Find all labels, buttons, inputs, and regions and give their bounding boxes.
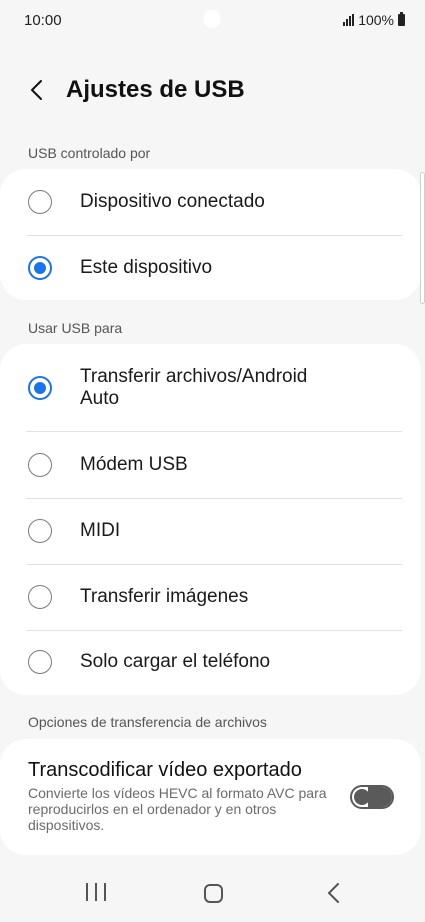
app-header: Ajustes de USB <box>0 66 425 114</box>
radio-usb-modem[interactable] <box>28 453 52 477</box>
status-bar: 10:00 100% <box>0 0 425 40</box>
transcode-toggle[interactable] <box>350 785 394 809</box>
option-connected-device[interactable]: Dispositivo conectado <box>0 169 421 235</box>
front-camera <box>203 10 221 28</box>
radio-connected-device[interactable] <box>28 190 52 214</box>
usb-controlled-by-card: Dispositivo conectado Este dispositivo <box>0 169 421 300</box>
option-label: Este dispositivo <box>80 257 213 278</box>
option-label: MIDI <box>80 520 121 541</box>
option-this-device[interactable]: Este dispositivo <box>0 236 421 300</box>
option-transfer-files[interactable]: Transferir archivos/Android Auto <box>0 344 421 431</box>
back-arrow-icon[interactable] <box>26 78 50 102</box>
battery-icon <box>398 12 405 26</box>
signal-icon <box>343 14 355 26</box>
option-charge-only[interactable]: Solo cargar el teléfono <box>0 631 421 695</box>
transcode-description: Convierte los vídeos HEVC al formato AVC… <box>28 785 327 833</box>
option-midi[interactable]: MIDI <box>0 499 421 564</box>
radio-transfer-images[interactable] <box>28 585 52 609</box>
recents-icon[interactable] <box>86 883 106 903</box>
option-label: Módem USB <box>80 454 188 475</box>
option-label: Transferir imágenes <box>80 586 249 607</box>
section-label-file-transfer-options: Opciones de transferencia de archivos <box>28 714 267 730</box>
radio-midi[interactable] <box>28 519 52 543</box>
transcode-card[interactable]: Transcodificar vídeo exportado Convierte… <box>0 739 421 855</box>
radio-transfer-files[interactable] <box>28 376 52 400</box>
radio-charge-only[interactable] <box>28 650 52 674</box>
status-time: 10:00 <box>24 12 62 29</box>
option-label: Dispositivo conectado <box>80 191 265 212</box>
option-transfer-images[interactable]: Transferir imágenes <box>0 565 421 630</box>
option-label: Solo cargar el teléfono <box>80 651 271 672</box>
battery-percentage: 100% <box>358 12 394 28</box>
navigation-bar <box>0 866 425 922</box>
nav-back-icon[interactable] <box>324 882 344 904</box>
transcode-title: Transcodificar vídeo exportado <box>28 759 302 781</box>
section-label-usb-controlled-by: USB controlado por <box>28 145 151 161</box>
section-label-use-usb-for: Usar USB para <box>28 320 123 336</box>
option-label: Transferir archivos/Android Auto <box>80 366 308 409</box>
use-usb-for-card: Transferir archivos/Android Auto Módem U… <box>0 344 421 695</box>
scrollbar-handle[interactable] <box>420 172 425 304</box>
home-icon[interactable] <box>204 884 223 903</box>
radio-this-device[interactable] <box>28 256 52 280</box>
option-usb-modem[interactable]: Módem USB <box>0 432 421 498</box>
page-title: Ajustes de USB <box>66 76 245 103</box>
status-indicators: 100% <box>343 12 405 28</box>
